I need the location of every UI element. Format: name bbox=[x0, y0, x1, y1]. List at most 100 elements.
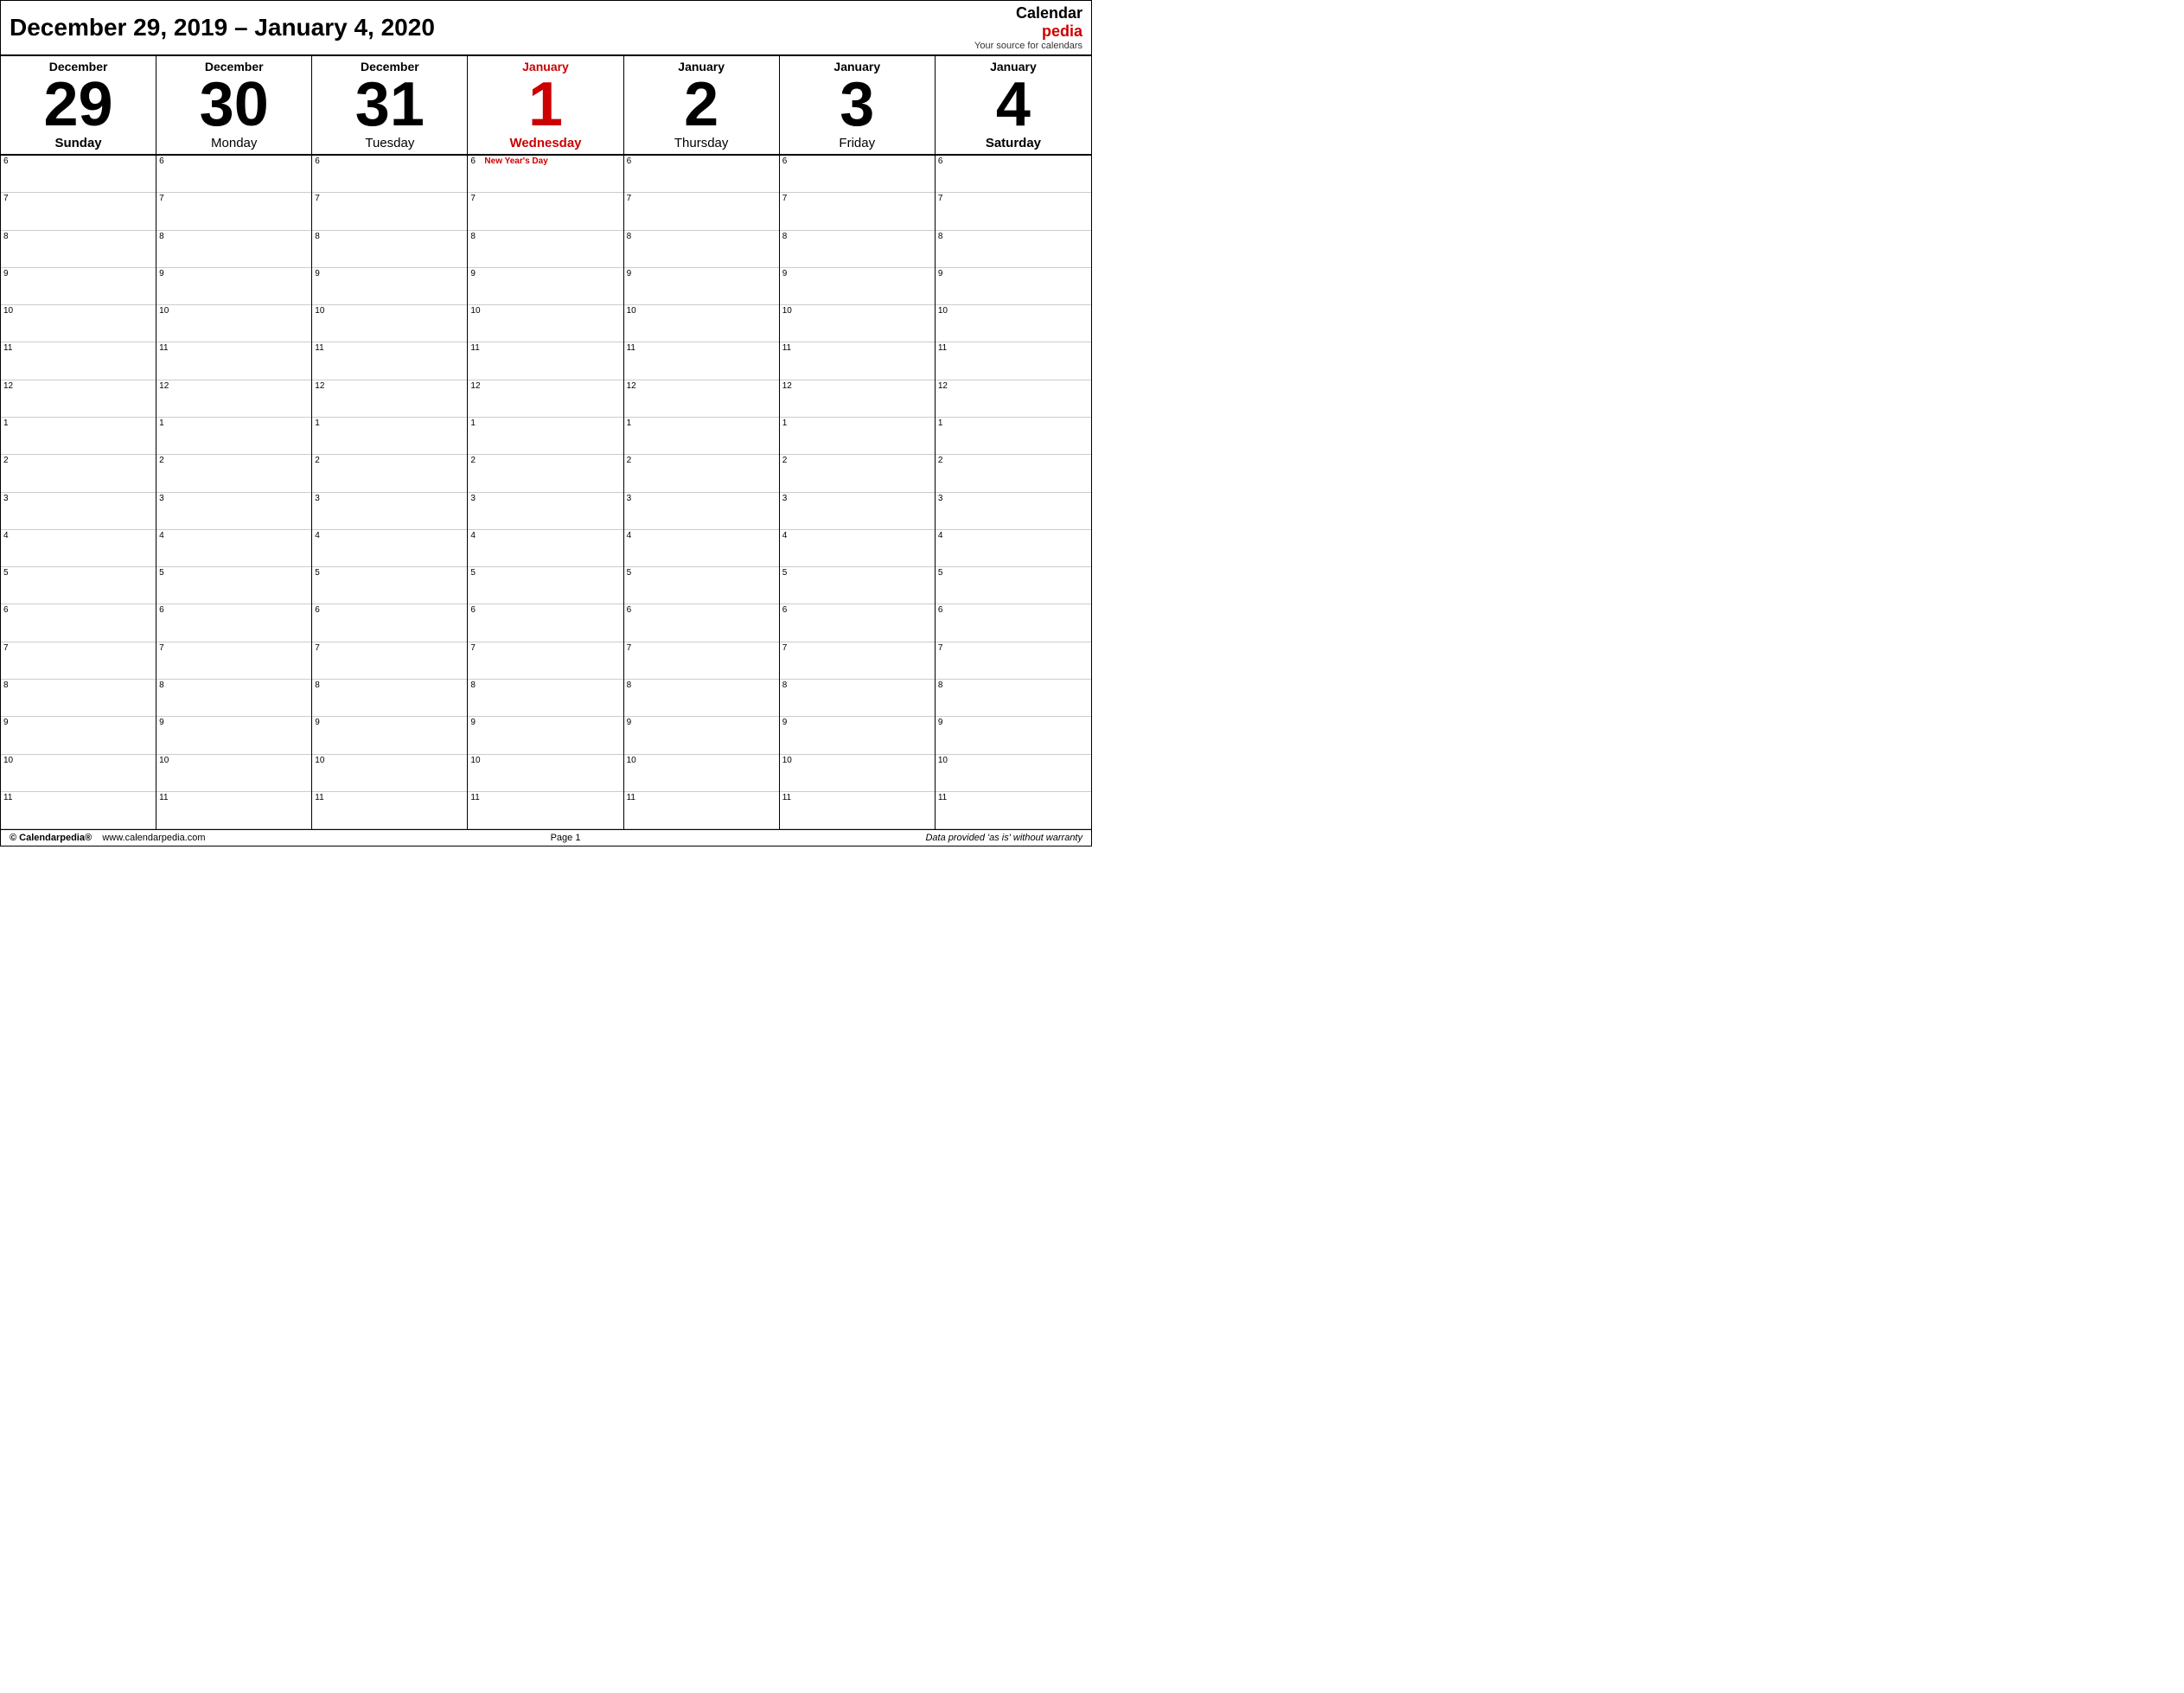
time-label-5-13: 7 bbox=[782, 643, 795, 653]
footer-copyright: © Calendarpedia® bbox=[10, 833, 92, 843]
time-label-1-2: 8 bbox=[159, 232, 171, 241]
time-slot-4-0: 6 bbox=[624, 156, 779, 193]
time-label-6-16: 10 bbox=[938, 756, 950, 765]
time-slot-2-13: 7 bbox=[312, 642, 467, 680]
time-slot-2-11: 5 bbox=[312, 567, 467, 604]
time-label-0-6: 12 bbox=[3, 381, 16, 391]
day-header-3: January1Wednesday bbox=[468, 56, 623, 154]
time-label-2-5: 11 bbox=[315, 343, 327, 353]
time-label-2-3: 9 bbox=[315, 269, 327, 278]
time-slot-3-9: 3 bbox=[468, 493, 623, 530]
time-slot-5-8: 2 bbox=[780, 455, 935, 492]
time-label-0-8: 2 bbox=[3, 456, 16, 465]
footer-page: Page 1 bbox=[551, 833, 581, 843]
time-label-0-10: 4 bbox=[3, 531, 16, 540]
time-label-0-16: 10 bbox=[3, 756, 16, 765]
time-slot-5-14: 8 bbox=[780, 680, 935, 717]
time-slot-5-6: 12 bbox=[780, 380, 935, 418]
time-slot-1-6: 12 bbox=[156, 380, 311, 418]
day-header-0: December29Sunday bbox=[1, 56, 156, 154]
time-slot-5-9: 3 bbox=[780, 493, 935, 530]
time-slot-3-15: 9 bbox=[468, 717, 623, 754]
time-label-2-1: 7 bbox=[315, 194, 327, 203]
time-label-2-13: 7 bbox=[315, 643, 327, 653]
time-label-0-1: 7 bbox=[3, 194, 16, 203]
time-label-0-9: 3 bbox=[3, 494, 16, 503]
time-label-2-8: 2 bbox=[315, 456, 327, 465]
time-slot-2-9: 3 bbox=[312, 493, 467, 530]
time-slot-2-8: 2 bbox=[312, 455, 467, 492]
day-name-1: Monday bbox=[162, 136, 306, 150]
time-label-0-2: 8 bbox=[3, 232, 16, 241]
logo-name: Calendarpedia bbox=[974, 4, 1082, 41]
time-label-5-17: 11 bbox=[782, 793, 795, 802]
time-label-6-17: 11 bbox=[938, 793, 950, 802]
time-slot-0-5: 11 bbox=[1, 342, 156, 380]
time-label-0-7: 1 bbox=[3, 418, 16, 428]
time-label-4-2: 8 bbox=[627, 232, 639, 241]
time-slot-0-10: 4 bbox=[1, 530, 156, 567]
time-label-2-11: 5 bbox=[315, 568, 327, 578]
time-label-2-9: 3 bbox=[315, 494, 327, 503]
time-label-1-11: 5 bbox=[159, 568, 171, 578]
time-label-5-14: 8 bbox=[782, 680, 795, 690]
day-column-2: 67891011121234567891011 bbox=[312, 156, 468, 829]
time-slot-5-16: 10 bbox=[780, 755, 935, 792]
time-slot-3-10: 4 bbox=[468, 530, 623, 567]
time-label-3-9: 3 bbox=[470, 494, 482, 503]
time-label-5-8: 2 bbox=[782, 456, 795, 465]
time-label-4-13: 7 bbox=[627, 643, 639, 653]
time-label-1-10: 4 bbox=[159, 531, 171, 540]
time-label-6-5: 11 bbox=[938, 343, 950, 353]
time-slot-4-10: 4 bbox=[624, 530, 779, 567]
time-label-6-7: 1 bbox=[938, 418, 950, 428]
time-slot-4-6: 12 bbox=[624, 380, 779, 418]
time-label-1-7: 1 bbox=[159, 418, 171, 428]
time-slot-1-5: 11 bbox=[156, 342, 311, 380]
time-label-3-13: 7 bbox=[470, 643, 482, 653]
calendar-page: December 29, 2019 – January 4, 2020 Cale… bbox=[0, 0, 1092, 846]
time-label-5-11: 5 bbox=[782, 568, 795, 578]
time-label-6-2: 8 bbox=[938, 232, 950, 241]
time-slot-0-17: 11 bbox=[1, 792, 156, 829]
time-slot-3-5: 11 bbox=[468, 342, 623, 380]
time-label-2-12: 6 bbox=[315, 605, 327, 615]
time-label-4-17: 11 bbox=[627, 793, 639, 802]
time-slot-1-4: 10 bbox=[156, 305, 311, 342]
time-label-6-12: 6 bbox=[938, 605, 950, 615]
time-slot-3-12: 6 bbox=[468, 604, 623, 642]
time-slot-3-16: 10 bbox=[468, 755, 623, 792]
time-slot-3-3: 9 bbox=[468, 268, 623, 305]
time-label-3-14: 8 bbox=[470, 680, 482, 690]
day-column-5: 67891011121234567891011 bbox=[780, 156, 936, 829]
time-slot-1-9: 3 bbox=[156, 493, 311, 530]
time-label-4-7: 1 bbox=[627, 418, 639, 428]
time-slot-4-15: 9 bbox=[624, 717, 779, 754]
time-slot-3-8: 2 bbox=[468, 455, 623, 492]
time-slot-2-16: 10 bbox=[312, 755, 467, 792]
time-slot-6-14: 8 bbox=[936, 680, 1091, 717]
time-slot-2-1: 7 bbox=[312, 193, 467, 230]
day-header-4: January2Thursday bbox=[624, 56, 780, 154]
time-label-3-17: 11 bbox=[470, 793, 482, 802]
time-label-1-4: 10 bbox=[159, 306, 171, 316]
time-slot-4-11: 5 bbox=[624, 567, 779, 604]
time-slot-0-15: 9 bbox=[1, 717, 156, 754]
time-label-1-16: 10 bbox=[159, 756, 171, 765]
time-slot-2-17: 11 bbox=[312, 792, 467, 829]
time-slot-5-15: 9 bbox=[780, 717, 935, 754]
day-num-1: 30 bbox=[162, 73, 306, 136]
time-slot-6-3: 9 bbox=[936, 268, 1091, 305]
time-label-5-3: 9 bbox=[782, 269, 795, 278]
day-name-4: Thursday bbox=[629, 136, 774, 150]
time-label-6-4: 10 bbox=[938, 306, 950, 316]
time-slot-3-1: 7 bbox=[468, 193, 623, 230]
day-column-6: 67891011121234567891011 bbox=[936, 156, 1091, 829]
time-slot-1-16: 10 bbox=[156, 755, 311, 792]
time-slot-2-5: 11 bbox=[312, 342, 467, 380]
day-column-4: 67891011121234567891011 bbox=[624, 156, 780, 829]
time-slot-4-7: 1 bbox=[624, 418, 779, 455]
time-slot-0-6: 12 bbox=[1, 380, 156, 418]
day-num-0: 29 bbox=[6, 73, 150, 136]
time-slot-5-10: 4 bbox=[780, 530, 935, 567]
